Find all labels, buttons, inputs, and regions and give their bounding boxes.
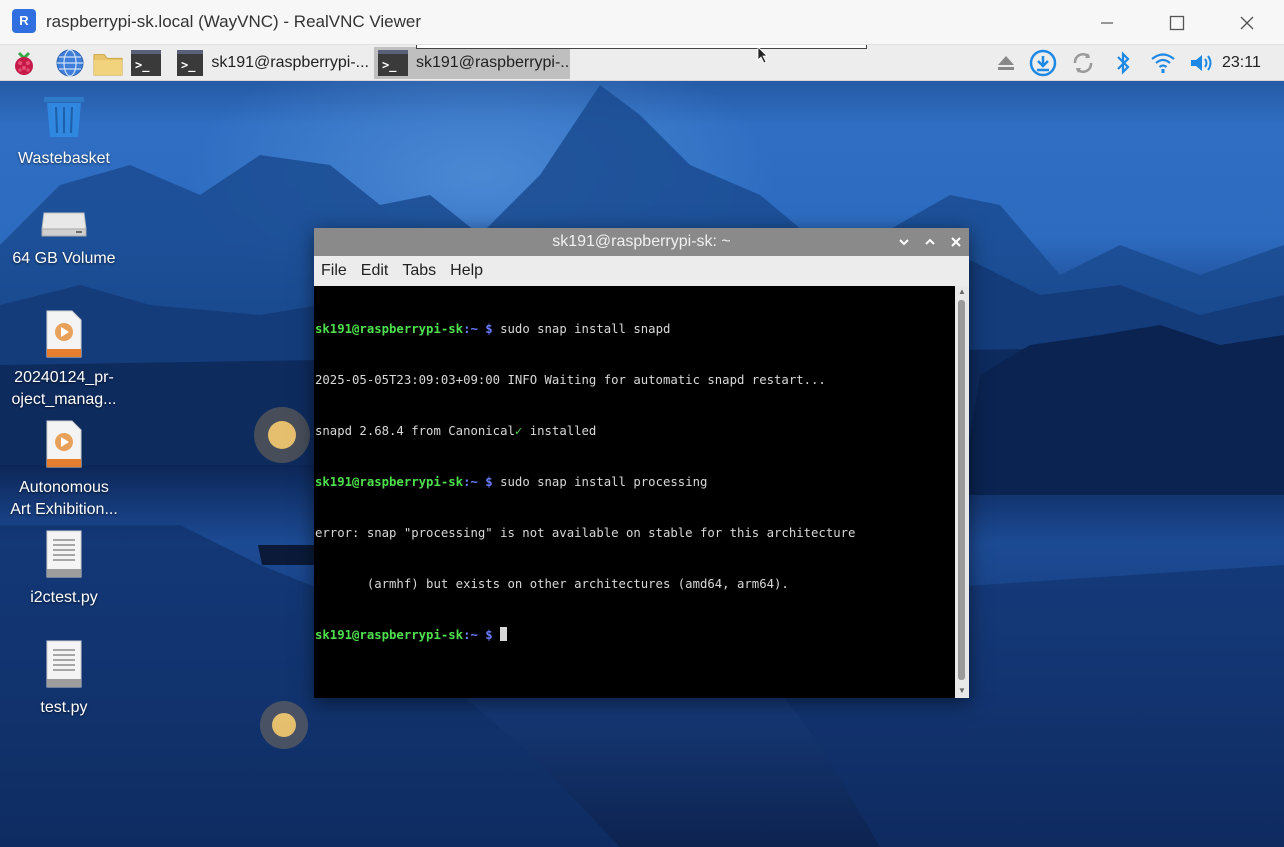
trash-icon bbox=[44, 97, 84, 137]
clock[interactable]: 23:11 bbox=[1222, 54, 1261, 72]
terminal-line: error: snap "processing" is not availabl… bbox=[315, 525, 955, 542]
media-file-icon bbox=[46, 420, 82, 468]
scrollbar-thumb[interactable] bbox=[958, 300, 965, 680]
desktop-icon-label: test.py bbox=[40, 699, 88, 716]
chevron-up-icon bbox=[925, 238, 935, 245]
raspberry-menu-icon[interactable] bbox=[9, 48, 39, 78]
text-cursor bbox=[500, 627, 508, 641]
terminal-close-button[interactable] bbox=[946, 232, 966, 252]
terminal-line: (armhf) but exists on other architecture… bbox=[315, 576, 955, 593]
desktop-icon-label: 20240124_pr- bbox=[14, 369, 114, 386]
menu-tabs[interactable]: Tabs bbox=[402, 262, 436, 280]
command-text: sudo snap install processing bbox=[492, 475, 708, 489]
text-file-icon bbox=[46, 530, 82, 578]
output-text: installed bbox=[522, 424, 597, 438]
file-manager-icon[interactable] bbox=[93, 48, 123, 78]
terminal-line: 2025-05-05T23:09:03+09:00 INFO Waiting f… bbox=[315, 372, 955, 389]
desktop-icon-label: 64 GB Volume bbox=[12, 250, 116, 267]
desktop-icon-label: oject_manag... bbox=[11, 391, 117, 408]
desktop-icon-label: Wastebasket bbox=[18, 150, 110, 167]
terminal-maximize-button[interactable] bbox=[920, 232, 940, 252]
terminal-minimize-button[interactable] bbox=[894, 232, 914, 252]
output-text: snapd 2.68.4 from Canonical bbox=[315, 424, 515, 438]
text-file-icon bbox=[46, 640, 82, 688]
prompt-user: sk191@raspberrypi-sk bbox=[315, 322, 464, 336]
chevron-down-icon bbox=[899, 239, 909, 246]
terminal-launcher-icon[interactable]: >_ bbox=[131, 48, 161, 78]
desktop-icon-label: Autonomous bbox=[19, 479, 109, 496]
terminal-output[interactable]: sk191@raspberrypi-sk:~ $ sudo snap insta… bbox=[314, 286, 955, 698]
eject-icon[interactable] bbox=[991, 48, 1021, 78]
maximize-button[interactable] bbox=[1142, 0, 1212, 45]
bluetooth-icon[interactable] bbox=[1108, 48, 1138, 78]
volume-icon[interactable] bbox=[1187, 48, 1217, 78]
prompt-user: sk191@raspberrypi-sk bbox=[315, 475, 464, 489]
menu-file[interactable]: File bbox=[321, 262, 347, 280]
desktop-icon-label: i2ctest.py bbox=[30, 589, 98, 606]
tooltip-edge bbox=[416, 45, 867, 49]
terminal-icon: >_ bbox=[177, 50, 204, 76]
media-file-icon bbox=[46, 310, 82, 358]
drive-icon bbox=[41, 212, 87, 237]
task-label: sk191@raspberrypi-.. bbox=[416, 54, 570, 71]
taskbar: >_ >_ sk191@raspberrypi-... >_ sk191@ras… bbox=[0, 45, 1284, 81]
command-text bbox=[493, 628, 500, 642]
scroll-down-icon[interactable]: ▼ bbox=[957, 686, 967, 696]
terminal-menubar: File Edit Tabs Help bbox=[314, 256, 969, 286]
menu-help[interactable]: Help bbox=[450, 262, 483, 280]
desktop-icon-project-video[interactable]: 20240124_pr- oject_manag... bbox=[5, 310, 123, 411]
prompt-path: :~ $ bbox=[463, 322, 493, 336]
taskbar-task-terminal-1[interactable]: >_ sk191@raspberrypi-... bbox=[173, 47, 369, 79]
desktop-icon-label: Art Exhibition... bbox=[10, 501, 118, 518]
menu-edit[interactable]: Edit bbox=[361, 262, 389, 280]
desktop-icon-wastebasket[interactable]: Wastebasket bbox=[5, 95, 123, 170]
close-button[interactable] bbox=[1212, 0, 1282, 45]
desktop-icon-64gb-volume[interactable]: 64 GB Volume bbox=[5, 209, 123, 270]
terminal-line: sk191@raspberrypi-sk:~ $ sudo snap insta… bbox=[315, 321, 955, 338]
window-title: raspberrypi-sk.local (WayVNC) - RealVNC … bbox=[46, 12, 422, 31]
prompt-path: :~ $ bbox=[463, 628, 493, 642]
desktop-icon-art-exhibition[interactable]: Autonomous Art Exhibition... bbox=[5, 420, 123, 521]
output-text: (armhf) but exists on other architecture… bbox=[315, 577, 789, 591]
terminal-line: sk191@raspberrypi-sk:~ $ bbox=[315, 627, 955, 644]
output-text: error: snap "processing" is not availabl… bbox=[315, 526, 856, 540]
terminal-line: sk191@raspberrypi-sk:~ $ sudo snap insta… bbox=[315, 474, 955, 491]
command-text: sudo snap install snapd bbox=[492, 322, 671, 336]
close-icon bbox=[951, 237, 961, 247]
scroll-up-icon[interactable]: ▲ bbox=[957, 287, 967, 297]
prompt-user: sk191@raspberrypi-sk bbox=[315, 628, 464, 642]
terminal-scrollbar[interactable]: ▲ ▼ bbox=[955, 286, 969, 698]
prompt-path: :~ $ bbox=[463, 475, 493, 489]
remote-desktop[interactable]: >_ >_ sk191@raspberrypi-... >_ sk191@ras… bbox=[0, 45, 1284, 847]
output-text: 2025-05-05T23:09:03+09:00 INFO Waiting f… bbox=[315, 373, 826, 387]
terminal-window[interactable]: sk191@raspberrypi-sk: ~ File Edit Tabs H… bbox=[314, 228, 969, 698]
taskbar-task-terminal-2[interactable]: >_ sk191@raspberrypi-.. bbox=[374, 47, 570, 79]
realvnc-logo-icon: R bbox=[12, 9, 36, 33]
desktop-icon-test[interactable]: test.py bbox=[5, 640, 123, 719]
sync-icon[interactable] bbox=[1068, 48, 1098, 78]
terminal-title: sk191@raspberrypi-sk: ~ bbox=[552, 233, 731, 250]
updates-download-icon[interactable] bbox=[1028, 48, 1058, 78]
task-label: sk191@raspberrypi-... bbox=[211, 54, 369, 71]
wifi-icon[interactable] bbox=[1148, 48, 1178, 78]
mouse-pointer-icon bbox=[757, 46, 768, 64]
minimize-button[interactable] bbox=[1072, 0, 1142, 45]
web-browser-icon[interactable] bbox=[55, 48, 85, 78]
terminal-icon: >_ bbox=[378, 50, 408, 76]
terminal-titlebar[interactable]: sk191@raspberrypi-sk: ~ bbox=[314, 228, 969, 256]
terminal-line: snapd 2.68.4 from Canonical✓ installed bbox=[315, 423, 955, 440]
desktop-icon-i2ctest[interactable]: i2ctest.py bbox=[5, 530, 123, 609]
vnc-viewer-titlebar: R raspberrypi-sk.local (WayVNC) - RealVN… bbox=[0, 0, 1284, 45]
